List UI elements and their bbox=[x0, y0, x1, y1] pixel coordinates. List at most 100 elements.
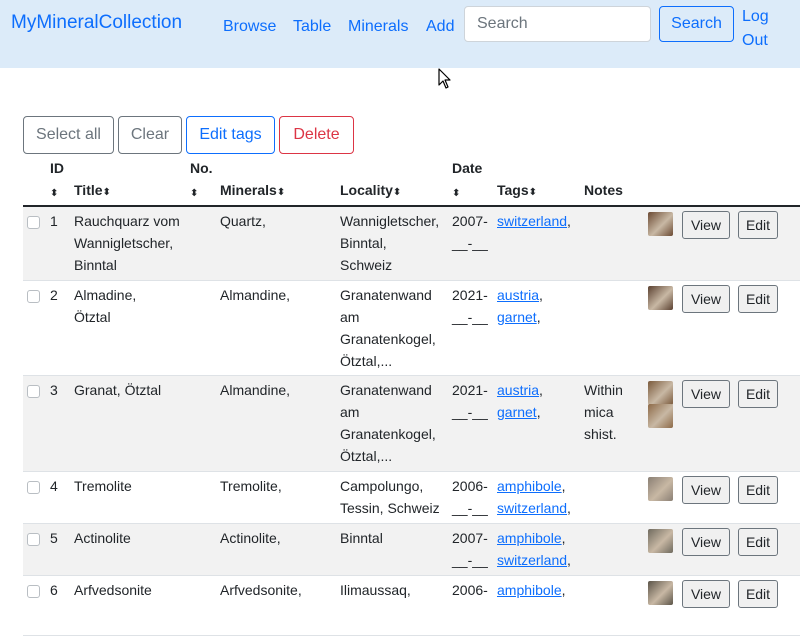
row-title-line: Tremolite bbox=[74, 478, 132, 494]
edit-button[interactable]: Edit bbox=[738, 476, 778, 504]
row-id: 5 bbox=[50, 530, 58, 546]
delete-button[interactable]: Delete bbox=[279, 116, 354, 154]
tag-link[interactable]: amphibole bbox=[497, 478, 562, 494]
row-tags: amphibole, switzerland, bbox=[497, 475, 571, 519]
header-locality[interactable]: Locality⬍ bbox=[340, 179, 401, 204]
tag-link[interactable]: austria bbox=[497, 287, 539, 303]
edit-button[interactable]: Edit bbox=[738, 211, 778, 239]
sort-icon: ⬍ bbox=[102, 187, 111, 198]
tag-separator: , bbox=[567, 500, 571, 516]
header-date-label: Date bbox=[452, 160, 483, 176]
row-checkbox[interactable] bbox=[27, 533, 40, 546]
logout-link[interactable]: Log Out bbox=[742, 5, 782, 53]
edit-button[interactable]: Edit bbox=[738, 528, 778, 556]
row-locality-line: Ötztal,... bbox=[340, 448, 393, 464]
row-locality-line: Binntal bbox=[340, 530, 383, 546]
tag-link[interactable]: garnet bbox=[497, 404, 537, 420]
row-tags: switzerland, bbox=[497, 210, 571, 232]
row-checkbox[interactable] bbox=[27, 290, 40, 303]
tag-link[interactable]: switzerland bbox=[497, 500, 567, 516]
row-title: Rauchquarz vom Wannigletscher, Binntal bbox=[74, 210, 214, 276]
row-date: 2007- __-__ bbox=[452, 210, 496, 254]
tag-link[interactable]: garnet bbox=[497, 309, 537, 325]
row-date-line: 2006- bbox=[452, 582, 488, 598]
row-minerals: Arfvedsonite, bbox=[220, 582, 302, 598]
row-locality-line: Schweiz bbox=[340, 257, 393, 273]
view-button[interactable]: View bbox=[682, 285, 730, 313]
edit-button[interactable]: Edit bbox=[738, 380, 778, 408]
row-id: 2 bbox=[50, 287, 58, 303]
search-button[interactable]: Search bbox=[659, 6, 734, 42]
header-no[interactable]: No. ⬍ bbox=[190, 157, 213, 205]
row-checkbox[interactable] bbox=[27, 585, 40, 598]
row-locality-line: Granatenkogel, bbox=[340, 426, 436, 442]
row-notes-line: shist. bbox=[584, 426, 617, 442]
header-tags[interactable]: Tags⬍ bbox=[497, 179, 537, 204]
specimen-thumbnail[interactable] bbox=[648, 286, 673, 310]
tag-link[interactable]: austria bbox=[497, 382, 539, 398]
tag-separator: , bbox=[567, 213, 571, 229]
row-title: Tremolite bbox=[74, 475, 214, 497]
tag-separator: , bbox=[539, 287, 543, 303]
tag-link[interactable]: amphibole bbox=[497, 582, 562, 598]
header-minerals[interactable]: Minerals⬍ bbox=[220, 179, 285, 204]
specimen-thumbnail[interactable] bbox=[648, 212, 673, 236]
row-title-line: Almadine, bbox=[74, 287, 137, 303]
tag-link[interactable]: switzerland bbox=[497, 213, 567, 229]
row-date: 2021- __-__ bbox=[452, 284, 496, 328]
row-date-line: __-__ bbox=[452, 500, 488, 516]
sort-icon: ⬍ bbox=[528, 187, 538, 198]
header-id[interactable]: ID ⬍ bbox=[50, 157, 64, 205]
row-locality-line: Campolungo, bbox=[340, 478, 424, 494]
header-date[interactable]: Date ⬍ bbox=[452, 157, 482, 205]
row-checkbox[interactable] bbox=[27, 216, 40, 229]
view-button[interactable]: View bbox=[682, 476, 730, 504]
row-locality-line: am bbox=[340, 309, 360, 325]
row-locality-line: am bbox=[340, 404, 360, 420]
row-locality: Binntal bbox=[340, 527, 452, 549]
view-button[interactable]: View bbox=[682, 528, 730, 556]
row-notes-line: Within bbox=[584, 382, 623, 398]
view-button[interactable]: View bbox=[682, 380, 730, 408]
row-locality-line: Granatenwand bbox=[340, 382, 432, 398]
row-tags: amphibole, switzerland, bbox=[497, 527, 571, 571]
row-minerals: Tremolite, bbox=[220, 478, 282, 494]
row-checkbox[interactable] bbox=[27, 481, 40, 494]
specimen-thumbnail[interactable] bbox=[648, 581, 673, 605]
specimen-thumbnail[interactable] bbox=[648, 477, 673, 501]
mouse-cursor-icon bbox=[438, 68, 451, 89]
brand-link[interactable]: MyMineralCollection bbox=[11, 12, 182, 34]
tag-link[interactable]: amphibole bbox=[497, 530, 562, 546]
row-title-line: Arfvedsonite bbox=[74, 582, 152, 598]
view-button[interactable]: View bbox=[682, 580, 730, 608]
nav-table[interactable]: Table bbox=[293, 18, 331, 36]
row-date-line: __-__ bbox=[452, 309, 488, 325]
row-locality-line: Ötztal,... bbox=[340, 353, 393, 369]
edit-button[interactable]: Edit bbox=[738, 580, 778, 608]
nav-browse[interactable]: Browse bbox=[223, 18, 276, 36]
row-minerals: Quartz, bbox=[220, 213, 266, 229]
nav-add[interactable]: Add bbox=[426, 18, 454, 36]
specimen-thumbnail[interactable] bbox=[648, 381, 673, 405]
edit-tags-button[interactable]: Edit tags bbox=[186, 116, 275, 154]
row-date: 2006- bbox=[452, 579, 496, 601]
header-title[interactable]: Title⬍ bbox=[74, 179, 111, 204]
view-button[interactable]: View bbox=[682, 211, 730, 239]
row-title-line: Granat, Ötztal bbox=[74, 382, 162, 398]
search-input[interactable] bbox=[464, 6, 651, 42]
tag-link[interactable]: switzerland bbox=[497, 552, 567, 568]
row-date-line: 2021- bbox=[452, 287, 488, 303]
clear-button[interactable]: Clear bbox=[118, 116, 182, 154]
row-date: 2021- __-__ bbox=[452, 379, 496, 423]
row-checkbox[interactable] bbox=[27, 385, 40, 398]
nav-minerals[interactable]: Minerals bbox=[348, 18, 408, 36]
specimen-thumbnail[interactable] bbox=[648, 404, 673, 428]
row-locality: Ilimaussaq, bbox=[340, 579, 452, 601]
row-date-line: 2021- bbox=[452, 382, 488, 398]
header-minerals-label: Minerals bbox=[220, 182, 277, 198]
row-minerals: Almandine, bbox=[220, 287, 291, 303]
row-minerals: Almandine, bbox=[220, 382, 291, 398]
edit-button[interactable]: Edit bbox=[738, 285, 778, 313]
select-all-button[interactable]: Select all bbox=[23, 116, 114, 154]
specimen-thumbnail[interactable] bbox=[648, 529, 673, 553]
